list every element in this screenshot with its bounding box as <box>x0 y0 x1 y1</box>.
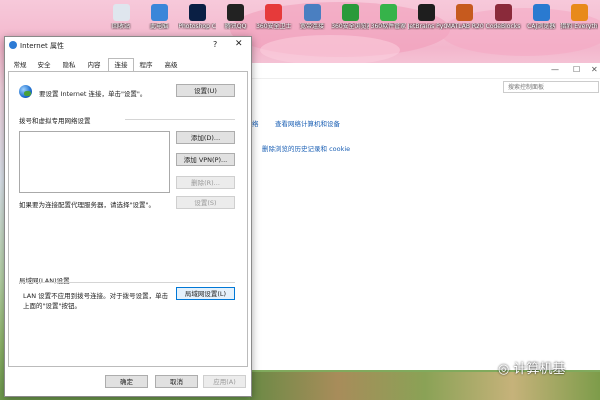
internet-properties-dialog: Internet 属性 ? ✕ 常规 安全 隐私 内容 连接 程序 高级 要设置… <box>4 36 252 397</box>
everything-icon <box>570 4 588 21</box>
desktop-icon-label: 360安全浏览器 <box>331 23 370 30</box>
tab-security[interactable]: 安全 <box>33 59 55 71</box>
control-panel-window: — ☐ ✕ 搜索控制面板 络 查看网络计算机和设备 删除浏览的历史记录和 coo… <box>250 63 600 370</box>
lan-section-divider <box>19 282 235 283</box>
lan-instruction-line2: 上面的"设置"按钮。 <box>23 302 81 310</box>
desktop-icon[interactable]: 360安全卫士 <box>255 4 293 42</box>
proxy-instruction: 如果要为连接配置代理服务器，请选择"设置"。 <box>19 201 155 209</box>
computer-icon <box>150 4 168 21</box>
tab-programs[interactable]: 程序 <box>135 59 157 71</box>
apply-button[interactable]: 应用(A) <box>203 375 246 388</box>
tab-general[interactable]: 常规 <box>10 59 30 71</box>
settings-button[interactable]: 设置(S) <box>176 196 235 209</box>
close-icon[interactable]: ✕ <box>591 65 598 74</box>
desktop-icon[interactable]: CodeBlocks <box>484 4 522 42</box>
add-vpn-button[interactable]: 添加 VPN(P)... <box>176 153 235 166</box>
internet-setup-globe-icon <box>19 85 32 98</box>
wechat-watermark: ◎ 计算机基 <box>498 358 566 377</box>
minimize-icon[interactable]: — <box>551 65 559 74</box>
add-button[interactable]: 添加(D)... <box>176 131 235 144</box>
desktop-icon[interactable]: JetBrains PyCharm... <box>408 4 446 42</box>
tab-connections[interactable]: 连接 <box>108 58 134 72</box>
setup-button[interactable]: 设置(U) <box>176 84 235 97</box>
desktop-icon[interactable]: 360软件管家 <box>369 4 407 42</box>
setup-instruction: 要设置 Internet 连接，单击"设置"。 <box>39 90 147 98</box>
360-security-icon <box>265 4 283 21</box>
desktop-icon-label: 此电脑 <box>150 23 169 30</box>
help-button[interactable]: ? <box>213 40 217 49</box>
tab-privacy[interactable]: 隐私 <box>58 59 80 71</box>
close-button[interactable]: ✕ <box>235 39 243 49</box>
maximize-icon[interactable]: ☐ <box>573 65 580 74</box>
vpn-section-label: 拨号和虚拟专用网络设置 <box>19 117 91 125</box>
recycle-bin-icon <box>112 4 130 21</box>
control-panel-titlebar: — ☐ ✕ <box>251 63 600 79</box>
lan-section-label: 局域网(LAN)设置 <box>19 277 70 285</box>
desktop-icon-label: 360软件管家 <box>370 23 407 30</box>
caj-icon <box>532 4 550 21</box>
desktop-icon-label: 猎豹 Everything <box>560 23 598 30</box>
desktop-icon-label: 宽带连接 <box>299 23 324 30</box>
desktop-icon-label: 360安全卫士 <box>256 23 292 30</box>
desktop-icon-label: 回收站 <box>111 23 130 30</box>
wechat-icon: ◎ <box>498 362 514 377</box>
ok-button[interactable]: 确定 <box>105 375 148 388</box>
desktop-icon-label: JetBrains PyCharm... <box>407 23 446 30</box>
internet-globe-icon <box>9 41 17 49</box>
desktop-icon-label: CodeBlocks <box>485 23 521 30</box>
tab-advanced[interactable]: 高级 <box>160 59 182 71</box>
watermark-text: 计算机基 <box>513 362 566 377</box>
view-network-computers-link[interactable]: 查看网络计算机和设备 <box>275 118 340 128</box>
pycharm-icon <box>418 4 436 21</box>
desktop-icon[interactable]: MATLAB R2016a <box>446 4 484 42</box>
qq-icon <box>227 4 245 21</box>
matlab-icon <box>456 4 474 21</box>
desktop-icon[interactable]: CAJ浏览器 <box>522 4 560 42</box>
link-network-prefix[interactable]: 络 <box>252 118 259 128</box>
lan-settings-button[interactable]: 局域网设置(L) <box>176 287 235 300</box>
lan-instruction-line1: LAN 设置不应用到拨号连接。对于拨号设置，单击 <box>23 292 169 300</box>
delete-button[interactable]: 删除(R)... <box>176 176 235 189</box>
photoshop-icon <box>188 4 206 21</box>
dialog-title: Internet 属性 <box>20 42 65 50</box>
dialog-titlebar: Internet 属性 ? ✕ <box>5 37 251 53</box>
codeblocks-icon <box>494 4 512 21</box>
desktop-icon-label: 腾讯QQ <box>224 23 247 30</box>
desktop-icon-label: CAJ浏览器 <box>527 23 556 30</box>
desktop-icon[interactable]: 360安全浏览器 <box>331 4 369 42</box>
desktop-icon[interactable]: 宽带连接 <box>293 4 331 42</box>
search-control-panel-input[interactable]: 搜索控制面板 <box>503 81 599 93</box>
360-browser-icon <box>341 4 359 21</box>
cancel-button[interactable]: 取消 <box>155 375 198 388</box>
desktop-icon-label: MATLAB R2016a <box>445 23 484 30</box>
delete-history-link[interactable]: 删除浏览的历史记录和 cookie <box>262 143 350 153</box>
desktop-icon-label: Photoshop CS6绿色版 <box>178 23 217 30</box>
vpn-section-divider <box>125 119 235 120</box>
desktop-icon[interactable]: 猎豹 Everything <box>560 4 598 42</box>
360-software-icon <box>379 4 397 21</box>
broadband-icon <box>303 4 321 21</box>
connections-listbox[interactable] <box>19 131 170 193</box>
tab-content[interactable]: 内容 <box>83 59 105 71</box>
